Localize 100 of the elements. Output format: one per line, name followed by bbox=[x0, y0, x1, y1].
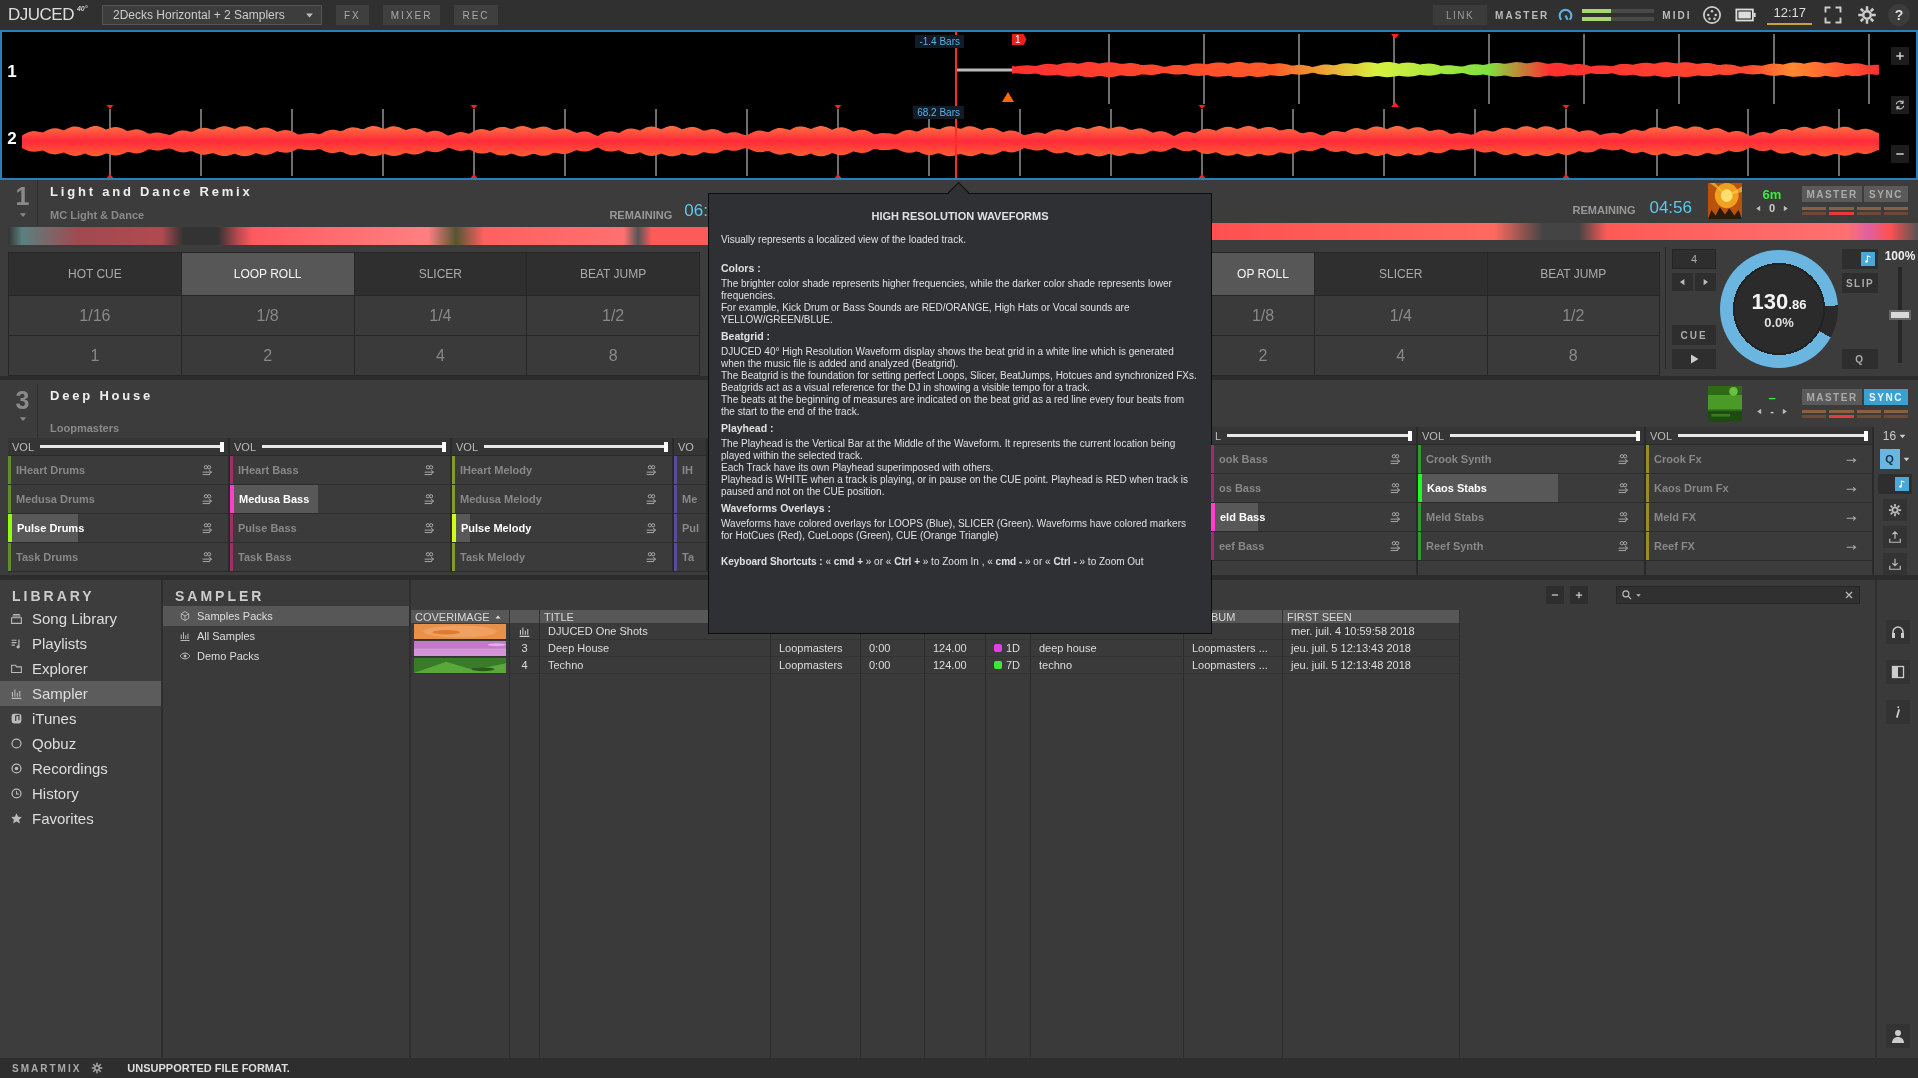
cue-button[interactable]: CUE bbox=[1672, 325, 1716, 345]
pad-mode-tab[interactable]: OP ROLL bbox=[1212, 253, 1314, 295]
sync-arrows-icon[interactable] bbox=[1891, 96, 1909, 114]
pad-mode-tab[interactable]: SLICER bbox=[354, 253, 527, 295]
library-item[interactable]: Favorites bbox=[0, 806, 161, 831]
library-item[interactable]: Recordings bbox=[0, 756, 161, 781]
sample-slot[interactable]: Pulse Bass bbox=[230, 514, 450, 543]
volume-slider[interactable] bbox=[1227, 430, 1412, 441]
info-icon[interactable] bbox=[1885, 700, 1910, 724]
key-lock-button[interactable] bbox=[1878, 474, 1912, 494]
layout-dropdown[interactable]: 2Decks Horizontal + 2 Samplers bbox=[102, 5, 322, 25]
sample-slot[interactable]: Task Bass bbox=[230, 543, 450, 572]
sample-slot[interactable]: IHeart Bass bbox=[230, 456, 450, 485]
upload-icon[interactable] bbox=[1883, 526, 1907, 548]
toolbar-button[interactable]: REC bbox=[454, 5, 498, 25]
jog-wheel[interactable]: 130.86 0.0% bbox=[1720, 250, 1838, 368]
volume-slider-handle[interactable] bbox=[664, 441, 668, 452]
track-overview[interactable] bbox=[1211, 223, 1918, 240]
volume-slider-handle[interactable] bbox=[1864, 430, 1868, 441]
arrow-left-icon[interactable] bbox=[1672, 273, 1693, 291]
pad-mode-tab[interactable]: HOT CUE bbox=[9, 253, 181, 295]
user-icon[interactable] bbox=[1885, 1024, 1910, 1048]
volume-slider[interactable] bbox=[484, 441, 668, 452]
quantize-button[interactable]: Q bbox=[1842, 349, 1878, 369]
library-item[interactable]: Explorer bbox=[0, 656, 161, 681]
beat-count[interactable]: 4 bbox=[1672, 249, 1716, 269]
zoom-in-icon[interactable] bbox=[1891, 47, 1909, 66]
pad-mode-tab[interactable]: LOOP ROLL bbox=[181, 253, 354, 295]
sample-slot[interactable]: Crook Fx bbox=[1646, 445, 1872, 474]
toolbar-button[interactable]: MIXER bbox=[382, 5, 441, 25]
sample-slot[interactable]: Task Melody bbox=[452, 543, 672, 572]
pitch-range[interactable]: 100% bbox=[1884, 249, 1916, 263]
slip-button[interactable]: SLIP bbox=[1842, 273, 1878, 293]
quantize-button[interactable]: Q bbox=[1879, 449, 1900, 469]
performance-pad[interactable]: 1/16 bbox=[9, 296, 181, 335]
clear-icon[interactable] bbox=[1843, 589, 1855, 601]
volume-slider-handle[interactable] bbox=[1408, 430, 1412, 441]
sample-slot[interactable]: Me bbox=[674, 485, 706, 514]
library-item[interactable]: History bbox=[0, 781, 161, 806]
library-item[interactable]: Qobuz bbox=[0, 731, 161, 756]
sample-slot[interactable]: Pulse Melody bbox=[452, 514, 672, 543]
sample-slot[interactable]: IHeart Melody bbox=[452, 456, 672, 485]
zoom-out-icon[interactable] bbox=[1891, 144, 1909, 163]
performance-pad[interactable]: 1/2 bbox=[527, 296, 699, 335]
volume-slider[interactable] bbox=[1450, 430, 1640, 441]
plus-icon[interactable] bbox=[1570, 586, 1588, 604]
sample-slot[interactable]: Medusa Melody bbox=[452, 485, 672, 514]
performance-pad[interactable]: 4 bbox=[354, 336, 527, 375]
performance-pad[interactable]: 1/4 bbox=[354, 296, 527, 335]
performance-pad[interactable]: 1 bbox=[9, 336, 181, 375]
pad-mode-tab[interactable]: BEAT JUMP bbox=[527, 253, 699, 295]
performance-pad[interactable]: 2 bbox=[1212, 336, 1314, 375]
library-item[interactable]: Song Library bbox=[0, 606, 161, 631]
performance-pad[interactable]: 1/8 bbox=[181, 296, 354, 335]
headphones-icon[interactable] bbox=[1885, 620, 1910, 644]
sample-slot[interactable]: Pul bbox=[674, 514, 706, 543]
hotcue-flag[interactable]: 1 bbox=[1012, 34, 1027, 45]
sample-slot[interactable]: Medusa Bass bbox=[230, 485, 450, 514]
arrow-right-icon[interactable] bbox=[1695, 273, 1716, 291]
library-item[interactable]: iTunes bbox=[0, 706, 161, 731]
sample-slot[interactable]: Task Drums bbox=[8, 543, 228, 572]
sample-slot[interactable]: Kaos Drum Fx bbox=[1646, 474, 1872, 503]
sample-slot[interactable]: IH bbox=[674, 456, 706, 485]
sample-slot[interactable]: Pulse Drums bbox=[8, 514, 228, 543]
sample-slot[interactable]: eld Bass bbox=[1211, 503, 1416, 532]
master-button[interactable]: MASTER bbox=[1802, 389, 1862, 405]
settings-icon[interactable] bbox=[1883, 499, 1907, 521]
settings-icon[interactable] bbox=[1857, 5, 1877, 25]
download-icon[interactable] bbox=[1883, 553, 1907, 575]
volume-slider[interactable] bbox=[1678, 430, 1868, 441]
column-header[interactable]: FIRST SEEN bbox=[1283, 610, 1460, 623]
volume-slider-handle[interactable] bbox=[442, 441, 446, 452]
link-button[interactable]: LINK bbox=[1433, 5, 1488, 25]
sample-slot[interactable]: Ta bbox=[674, 543, 706, 572]
volume-slider[interactable] bbox=[40, 441, 224, 452]
sample-slot[interactable]: Reef Synth bbox=[1418, 532, 1644, 561]
sample-slot[interactable]: os Bass bbox=[1211, 474, 1416, 503]
smartmix-label[interactable]: SMARTMIX bbox=[12, 1062, 82, 1074]
column-header[interactable]: COVERIMAGE bbox=[411, 610, 510, 623]
sample-slot[interactable]: Reef FX bbox=[1646, 532, 1872, 561]
sample-slot[interactable]: ook Bass bbox=[1211, 445, 1416, 474]
volume-slider-handle[interactable] bbox=[220, 441, 224, 452]
arrow-left-icon[interactable] bbox=[1753, 203, 1763, 213]
volume-slider[interactable] bbox=[262, 441, 446, 452]
sample-slot[interactable]: eef Bass bbox=[1211, 532, 1416, 561]
performance-pad[interactable]: 4 bbox=[1315, 336, 1487, 375]
volume-slider-handle[interactable] bbox=[1636, 430, 1640, 441]
pad-mode-tab[interactable]: SLICER bbox=[1315, 253, 1487, 295]
performance-pad[interactable]: 8 bbox=[527, 336, 699, 375]
sample-slot[interactable]: Kaos Stabs bbox=[1418, 474, 1644, 503]
performance-pad[interactable]: 8 bbox=[1487, 336, 1659, 375]
key-lock-button[interactable] bbox=[1842, 249, 1878, 269]
panel-icon[interactable] bbox=[1885, 660, 1910, 684]
library-item[interactable]: Sampler bbox=[0, 681, 161, 706]
settings-icon[interactable] bbox=[91, 1062, 104, 1074]
sample-slot[interactable]: Crook Synth bbox=[1418, 445, 1644, 474]
arrow-right-icon[interactable] bbox=[1781, 203, 1791, 213]
master-button[interactable]: MASTER bbox=[1802, 186, 1862, 203]
performance-pad[interactable]: 1/8 bbox=[1212, 296, 1314, 335]
sample-slot[interactable]: Meld Stabs bbox=[1418, 503, 1644, 532]
